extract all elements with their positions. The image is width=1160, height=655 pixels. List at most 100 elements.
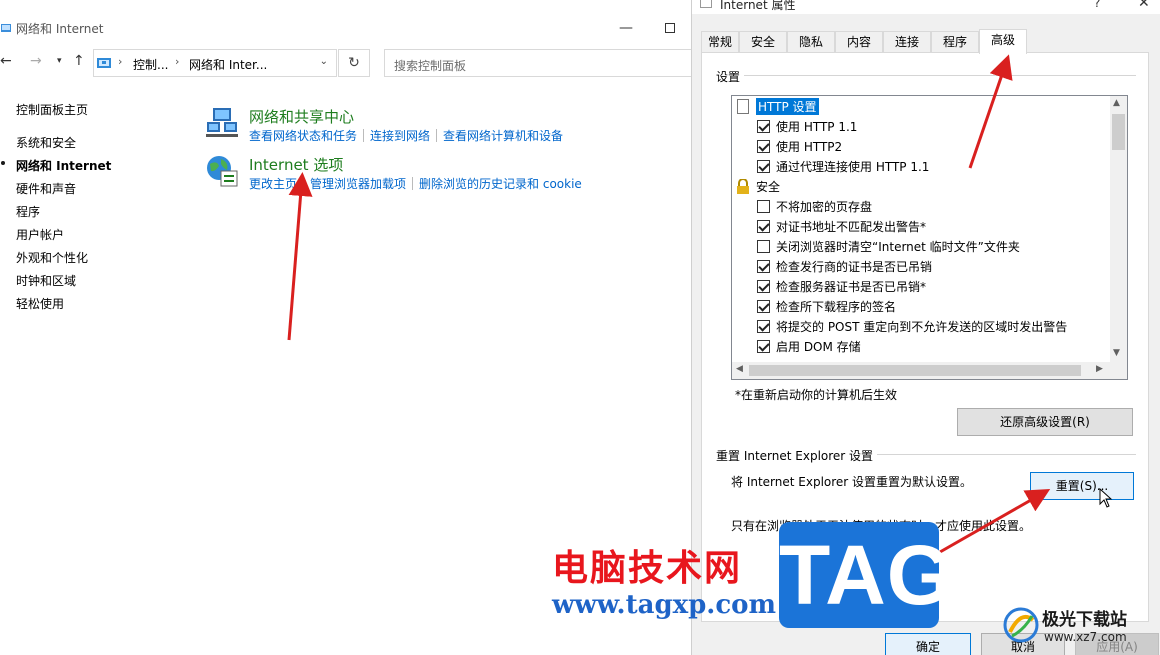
tree-group-label[interactable]: 安全 [756, 178, 780, 195]
watermark-xz7: 极光下载站 www.xz7.com [1000, 600, 1160, 655]
scroll-down-arrow-icon[interactable]: ▼ [1113, 348, 1120, 358]
manage-addons-link[interactable]: 管理浏览器加载项 [310, 177, 406, 191]
reset-group-label: 重置 Internet Explorer 设置 [716, 447, 878, 464]
tab-content[interactable]: 内容 [835, 31, 883, 53]
option-checkbox[interactable] [757, 260, 770, 273]
reset-description: 将 Internet Explorer 设置重置为默认设置。 [731, 475, 973, 489]
tab-advanced[interactable]: 高级 [979, 29, 1027, 54]
breadcrumb-separator: › [175, 55, 180, 68]
window-title: 网络和 Internet [16, 22, 104, 36]
refresh-icon: ↻ [348, 55, 360, 71]
option-label: 将提交的 POST 重定向到不允许发送的区域时发出警告 [776, 320, 1068, 334]
scroll-left-arrow-icon[interactable]: ◀ [736, 364, 743, 374]
settings-group-line [716, 75, 1136, 76]
sidebar-item-user-accounts[interactable]: 用户帐户 [16, 226, 64, 243]
tab-connections[interactable]: 连接 [883, 31, 931, 53]
option-label: 检查服务器证书是否已吊销* [776, 280, 927, 294]
network-sharing-icon [206, 108, 238, 137]
control-panel-titlebar: 网络和 Internet — [0, 14, 700, 44]
horizontal-scroll-thumb[interactable] [749, 365, 1081, 376]
view-network-computers-link[interactable]: 查看网络计算机和设备 [443, 129, 563, 143]
option-checkbox[interactable] [757, 140, 770, 153]
lock-icon [737, 179, 749, 194]
restore-advanced-settings-button[interactable]: 还原高级设置(R) [957, 408, 1133, 436]
option-label: 检查发行商的证书是否已吊销 [776, 260, 933, 274]
internet-options-link[interactable]: Internet 选项 [249, 154, 343, 175]
option-label: 通过代理连接使用 HTTP 1.1 [776, 160, 930, 174]
vertical-scrollbar[interactable]: ▲ ▼ [1110, 96, 1127, 362]
sidebar-item-home[interactable]: 控制面板主页 [16, 101, 88, 118]
control-panel-icon [97, 58, 111, 68]
maximize-button[interactable] [662, 20, 678, 36]
delete-history-link[interactable]: 删除浏览的历史记录和 cookie [419, 177, 582, 191]
view-network-status-link[interactable]: 查看网络状态和任务 [249, 129, 357, 143]
refresh-button[interactable]: ↻ [338, 49, 370, 77]
sidebar-item-clock-region[interactable]: 时钟和区域 [16, 272, 76, 289]
link-divider [303, 177, 305, 190]
sidebar-item-network-internet[interactable]: 网络和 Internet [16, 157, 111, 174]
watermark-site-url: www.tagxp.com [552, 590, 777, 620]
ok-button[interactable]: 确定 [885, 633, 971, 655]
option-checkbox[interactable] [757, 320, 770, 333]
change-homepage-link[interactable]: 更改主页 [249, 177, 297, 191]
close-button[interactable]: ✕ [1138, 0, 1150, 11]
recent-locations-chevron-icon[interactable]: ▾ [57, 56, 62, 66]
back-arrow-icon[interactable]: ← [0, 53, 12, 69]
forward-arrow-icon[interactable]: → [30, 53, 42, 69]
address-bar[interactable]: › 控制... › 网络和 Inter... ⌄ [93, 49, 337, 77]
link-divider [363, 129, 365, 142]
search-input[interactable]: 搜索控制面板 [384, 49, 704, 77]
option-label: 不将加密的页存盘 [776, 200, 873, 214]
sidebar-item-system-security[interactable]: 系统和安全 [16, 134, 76, 151]
breadcrumb-control-panel[interactable]: 控制... [133, 56, 168, 73]
minimize-button[interactable]: — [618, 20, 634, 36]
navigation-bar: ← → ▾ ↑ › 控制... › 网络和 Inter... ⌄ ↻ 搜索控制面… [0, 47, 704, 79]
settings-group-label: 设置 [716, 68, 745, 85]
sidebar-item-programs[interactable]: 程序 [16, 203, 40, 220]
document-icon [737, 99, 749, 114]
dialog-title: Internet 属性 [720, 0, 796, 12]
up-arrow-icon[interactable]: ↑ [73, 53, 85, 69]
option-checkbox[interactable] [757, 220, 770, 233]
tab-security[interactable]: 安全 [739, 31, 787, 53]
option-checkbox[interactable] [757, 300, 770, 313]
option-checkbox[interactable] [757, 240, 770, 253]
tab-strip: 常规 安全 隐私 内容 连接 程序 高级 [701, 29, 1149, 54]
reset-button[interactable]: 重置(S)... [1030, 472, 1134, 500]
mouse-cursor-icon [1099, 488, 1113, 508]
dialog-app-icon [700, 0, 712, 8]
sidebar-item-appearance[interactable]: 外观和个性化 [16, 249, 88, 266]
tree-group-label[interactable]: HTTP 设置 [756, 98, 819, 115]
tab-general[interactable]: 常规 [701, 31, 739, 53]
dialog-titlebar: Internet 属性 ? ✕ [692, 0, 1160, 14]
option-checkbox[interactable] [757, 160, 770, 173]
internet-options-icon [207, 156, 238, 187]
breadcrumb-separator: › [118, 55, 123, 68]
watermark-site-name: 电脑技术网 [552, 548, 743, 589]
horizontal-scrollbar[interactable]: ◀ ▶ [732, 362, 1127, 379]
option-label: 对证书地址不匹配发出警告* [776, 220, 927, 234]
option-checkbox[interactable] [757, 120, 770, 133]
internet-options-links: 更改主页 管理浏览器加载项 删除浏览的历史记录和 cookie [249, 175, 582, 192]
desktop: 网络和 Internet — ← → ▾ ↑ › 控制... › 网络和 Int… [0, 0, 1160, 655]
scroll-right-arrow-icon[interactable]: ▶ [1096, 364, 1103, 374]
address-dropdown-chevron-icon[interactable]: ⌄ [320, 56, 328, 67]
settings-tree[interactable]: HTTP 设置 使用 HTTP 1.1 使用 HTTP2 通过代理连接使用 HT… [731, 95, 1128, 380]
vertical-scroll-thumb[interactable] [1112, 114, 1125, 150]
sidebar-item-hardware-sound[interactable]: 硬件和声音 [16, 180, 76, 197]
restart-note: *在重新启动你的计算机后生效 [735, 388, 898, 402]
option-checkbox[interactable] [757, 280, 770, 293]
option-checkbox[interactable] [757, 200, 770, 213]
sidebar-item-ease-of-access[interactable]: 轻松使用 [16, 295, 64, 312]
breadcrumb-network-internet[interactable]: 网络和 Inter... [189, 56, 267, 73]
tab-programs[interactable]: 程序 [931, 31, 979, 53]
option-label: 使用 HTTP2 [776, 140, 843, 154]
scroll-up-arrow-icon[interactable]: ▲ [1113, 98, 1120, 108]
xz7-logo-icon [1003, 607, 1039, 643]
search-placeholder: 搜索控制面板 [394, 59, 467, 73]
connect-to-network-link[interactable]: 连接到网络 [370, 129, 430, 143]
tab-privacy[interactable]: 隐私 [787, 31, 835, 53]
network-sharing-center-link[interactable]: 网络和共享中心 [249, 106, 354, 127]
option-checkbox[interactable] [757, 340, 770, 353]
help-button[interactable]: ? [1094, 0, 1100, 10]
